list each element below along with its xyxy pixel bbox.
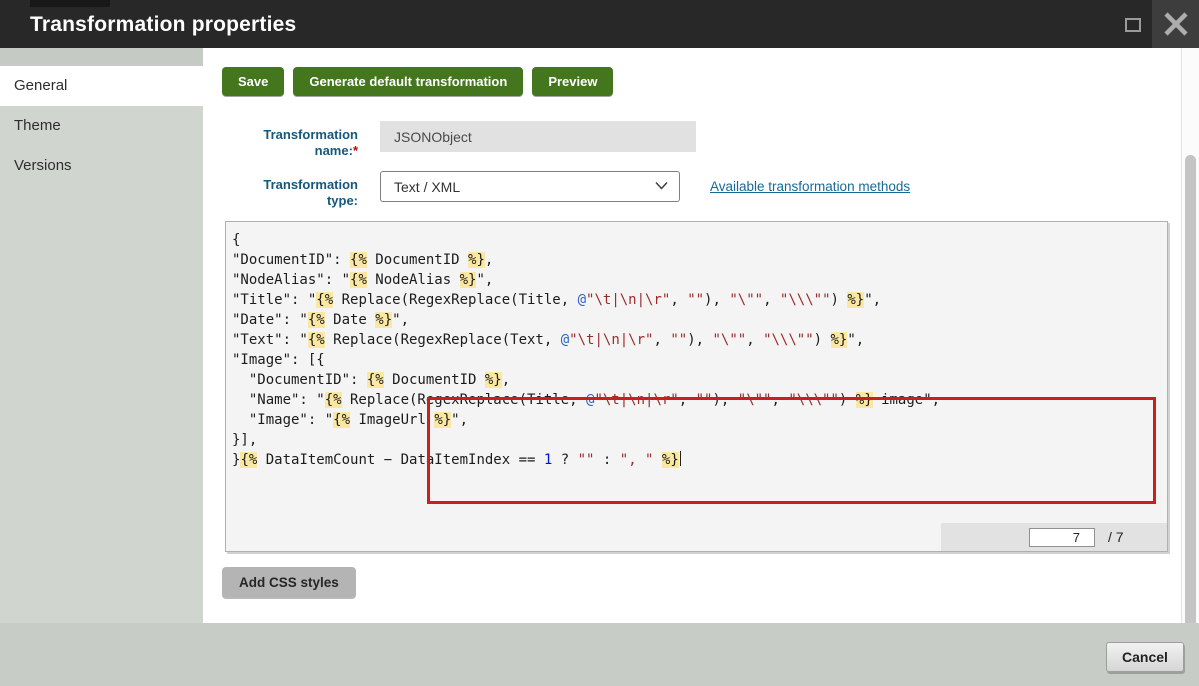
code-line: "Text": "{% Replace(RegexReplace(Text, @… bbox=[232, 330, 940, 350]
add-css-styles-button[interactable]: Add CSS styles bbox=[222, 567, 356, 597]
sidebar-top-strip bbox=[0, 48, 203, 66]
dialog-title: Transformation properties bbox=[30, 0, 296, 48]
maximize-icon bbox=[1125, 18, 1141, 32]
maximize-button[interactable] bbox=[1120, 12, 1146, 38]
dialog-footer: Cancel bbox=[0, 623, 1199, 686]
code-editor[interactable]: {"DocumentID": {% DocumentID %},"NodeAli… bbox=[225, 221, 1168, 552]
code-line: }{% DataItemCount − DataItemIndex == 1 ?… bbox=[232, 450, 940, 470]
text-caret bbox=[680, 451, 681, 466]
save-button[interactable]: Save bbox=[222, 67, 284, 96]
transformation-type-select[interactable]: Text / XML bbox=[380, 171, 680, 202]
code-line: "Date": "{% Date %}", bbox=[232, 310, 940, 330]
preview-button[interactable]: Preview bbox=[532, 67, 613, 96]
required-asterisk: * bbox=[353, 143, 358, 158]
code-line: }], bbox=[232, 430, 940, 450]
dialog-titlebar: Transformation properties bbox=[0, 0, 1199, 48]
code-line: "NodeAlias": "{% NodeAlias %}", bbox=[232, 270, 940, 290]
code-line: "DocumentID": {% DocumentID %}, bbox=[232, 370, 940, 390]
sidebar-item-versions[interactable]: Versions bbox=[0, 146, 203, 186]
available-transformation-methods-link[interactable]: Available transformation methods bbox=[710, 179, 910, 194]
transformation-name-input[interactable] bbox=[380, 121, 696, 152]
code-content: {"DocumentID": {% DocumentID %},"NodeAli… bbox=[232, 230, 940, 470]
close-button[interactable] bbox=[1152, 0, 1199, 48]
page-number-input[interactable] bbox=[1029, 528, 1095, 547]
transformation-type-label: Transformation type: bbox=[242, 177, 358, 209]
page-total-label: / 7 bbox=[1108, 529, 1124, 545]
cancel-button[interactable]: Cancel bbox=[1106, 642, 1184, 672]
sidebar: GeneralThemeVersions bbox=[0, 48, 203, 686]
transformation-type-value: Text / XML bbox=[394, 179, 460, 195]
chevron-down-icon bbox=[655, 181, 668, 190]
editor-pager: / 7 bbox=[941, 523, 1167, 551]
sidebar-item-theme[interactable]: Theme bbox=[0, 106, 203, 146]
transformation-properties-dialog: Transformation properties GeneralThemeVe… bbox=[0, 0, 1199, 686]
sidebar-item-general[interactable]: General bbox=[0, 66, 203, 106]
transformation-type-label-text: Transformation type: bbox=[263, 177, 358, 208]
code-line: "DocumentID": {% DocumentID %}, bbox=[232, 250, 940, 270]
close-icon bbox=[1163, 11, 1189, 37]
generate-default-transformation-button[interactable]: Generate default transformation bbox=[293, 67, 523, 96]
transformation-name-label-text: Transformation name: bbox=[263, 127, 358, 158]
code-line: "Title": "{% Replace(RegexReplace(Title,… bbox=[232, 290, 940, 310]
vertical-scrollbar-thumb[interactable] bbox=[1185, 155, 1196, 655]
toolbar: Save Generate default transformation Previ… bbox=[222, 67, 613, 96]
code-line: "Image": [{ bbox=[232, 350, 940, 370]
main-panel: Save Generate default transformation Previ… bbox=[203, 48, 1181, 623]
code-line: { bbox=[232, 230, 940, 250]
sidebar-list: GeneralThemeVersions bbox=[0, 66, 203, 186]
code-line: "Image": "{% ImageUrl %}", bbox=[232, 410, 940, 430]
transformation-name-label: Transformation name:* bbox=[242, 127, 358, 159]
vertical-scrollbar-track[interactable] bbox=[1181, 48, 1199, 623]
code-line: "Name": "{% Replace(RegexReplace(Title, … bbox=[232, 390, 940, 410]
